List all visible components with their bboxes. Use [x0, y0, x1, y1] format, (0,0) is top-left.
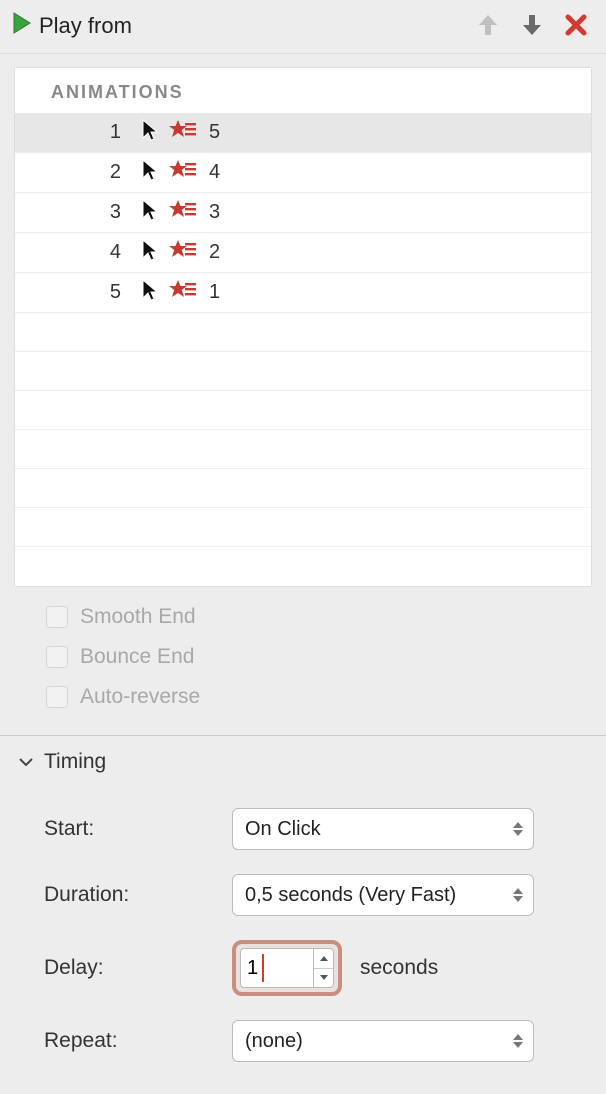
- animation-target-label: 4: [197, 161, 220, 184]
- repeat-label: Repeat:: [44, 1029, 232, 1053]
- chevron-down-icon: [18, 750, 34, 774]
- bounce-end-checkbox[interactable]: [46, 646, 68, 668]
- bounce-end-row: Bounce End: [46, 637, 582, 677]
- animation-toolbar: Play from: [0, 0, 606, 54]
- animation-index: 4: [21, 241, 141, 264]
- repeat-select-wrap: (none): [232, 1020, 534, 1062]
- animation-row[interactable]: 5 1: [15, 273, 591, 313]
- cursor-icon: [141, 198, 159, 228]
- timing-title: Timing: [44, 750, 106, 774]
- empty-row: [15, 352, 591, 391]
- delay-stepper: [314, 948, 334, 988]
- delete-animation-button[interactable]: [559, 9, 593, 43]
- empty-row: [15, 313, 591, 352]
- text-caret: [262, 954, 264, 982]
- animations-list: 1 5 2: [15, 113, 591, 586]
- animation-row[interactable]: 4 2: [15, 233, 591, 273]
- smooth-end-label: Smooth End: [80, 605, 196, 629]
- animation-row[interactable]: 3 3: [15, 193, 591, 233]
- start-label: Start:: [44, 817, 232, 841]
- play-from-label: Play from: [39, 13, 132, 39]
- select-stepper-icon: [512, 1022, 530, 1060]
- animation-target-label: 1: [197, 281, 220, 304]
- repeat-select[interactable]: (none): [232, 1020, 534, 1062]
- repeat-value: (none): [245, 1030, 303, 1053]
- select-stepper-icon: [512, 810, 530, 848]
- auto-reverse-checkbox[interactable]: [46, 686, 68, 708]
- select-stepper-icon: [512, 876, 530, 914]
- delay-label: Delay:: [44, 956, 232, 980]
- effect-star-icon: [169, 118, 197, 148]
- play-from-button[interactable]: Play from: [13, 12, 132, 40]
- animation-index: 2: [21, 161, 141, 184]
- move-down-button[interactable]: [515, 9, 549, 43]
- empty-row: [15, 430, 591, 469]
- animations-header: ANIMATIONS: [15, 68, 591, 113]
- animation-row[interactable]: 1 5: [15, 113, 591, 153]
- smooth-end-row: Smooth End: [46, 597, 582, 637]
- animation-target-label: 3: [197, 201, 220, 224]
- auto-reverse-row: Auto-reverse: [46, 677, 582, 717]
- smooth-end-checkbox[interactable]: [46, 606, 68, 628]
- effect-star-icon: [169, 198, 197, 228]
- play-icon: [13, 12, 31, 40]
- close-icon: [565, 14, 587, 39]
- delay-step-down[interactable]: [314, 968, 333, 988]
- delay-step-up[interactable]: [314, 949, 333, 968]
- effect-star-icon: [169, 158, 197, 188]
- delay-input[interactable]: [240, 948, 314, 988]
- duration-value: 0,5 seconds (Very Fast): [245, 884, 456, 907]
- start-select[interactable]: On Click: [232, 808, 534, 850]
- effect-options: Smooth End Bounce End Auto-reverse: [0, 587, 606, 736]
- arrow-up-icon: [477, 13, 499, 40]
- delay-unit: seconds: [342, 956, 438, 980]
- timing-section-header[interactable]: Timing: [0, 736, 606, 786]
- animation-index: 1: [21, 121, 141, 144]
- cursor-icon: [141, 278, 159, 308]
- start-row: Start: On Click: [44, 796, 578, 862]
- animations-panel: ANIMATIONS 1: [14, 67, 592, 587]
- animation-row[interactable]: 2 4: [15, 153, 591, 193]
- duration-select-wrap: 0,5 seconds (Very Fast): [232, 874, 534, 916]
- empty-row: [15, 508, 591, 547]
- animation-index: 3: [21, 201, 141, 224]
- move-up-button[interactable]: [471, 9, 505, 43]
- duration-row: Duration: 0,5 seconds (Very Fast): [44, 862, 578, 928]
- bounce-end-label: Bounce End: [80, 645, 194, 669]
- cursor-icon: [141, 158, 159, 188]
- empty-row: [15, 469, 591, 508]
- delay-row: Delay: seconds: [44, 928, 578, 1008]
- arrow-down-icon: [521, 13, 543, 40]
- duration-label: Duration:: [44, 883, 232, 907]
- empty-row: [15, 547, 591, 586]
- effect-star-icon: [169, 278, 197, 308]
- timing-body: Start: On Click Duration: 0,5 seconds (V…: [0, 786, 606, 1094]
- cursor-icon: [141, 238, 159, 268]
- empty-row: [15, 391, 591, 430]
- animation-target-label: 2: [197, 241, 220, 264]
- start-value: On Click: [245, 818, 321, 841]
- animation-target-label: 5: [197, 121, 220, 144]
- start-select-wrap: On Click: [232, 808, 534, 850]
- effect-star-icon: [169, 238, 197, 268]
- animation-index: 5: [21, 281, 141, 304]
- repeat-row: Repeat: (none): [44, 1008, 578, 1074]
- delay-highlight-box: [232, 940, 342, 996]
- auto-reverse-label: Auto-reverse: [80, 685, 200, 709]
- cursor-icon: [141, 118, 159, 148]
- duration-select[interactable]: 0,5 seconds (Very Fast): [232, 874, 534, 916]
